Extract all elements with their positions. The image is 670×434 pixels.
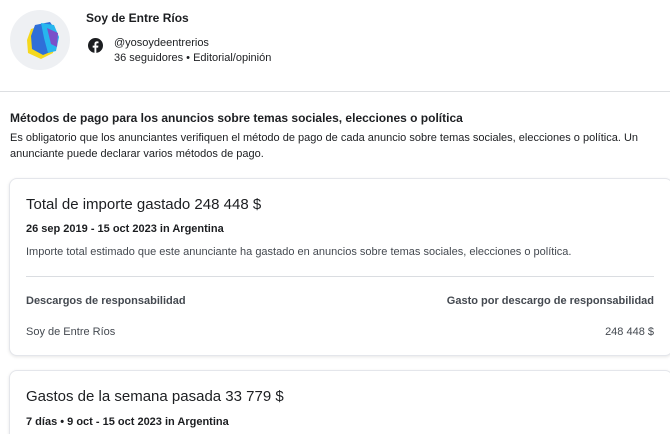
facebook-icon [88, 38, 103, 53]
disclaimer-cell: Soy de Entre Ríos [26, 326, 116, 338]
divider [26, 276, 654, 277]
disclaimer-amount-cell: 248 448 $ [605, 326, 654, 338]
page-name[interactable]: Soy de Entre Ríos [86, 11, 189, 25]
total-spend-title: Total de importe gastado 248 448 $ [26, 196, 262, 213]
weekly-spend-title: Gastos de la semana pasada 33 779 $ [26, 388, 284, 405]
weekly-spend-card: Gastos de la semana pasada 33 779 $ 7 dí… [9, 370, 670, 434]
total-spend-card: Total de importe gastado 248 448 $ 26 se… [9, 178, 670, 356]
weekly-spend-date-range: 7 días • 9 oct - 15 oct 2023 in Argentin… [26, 416, 229, 428]
page-meta: 36 seguidores • Editorial/opinión [114, 52, 272, 64]
page-handle[interactable]: @yosoydeentrerios [114, 37, 209, 49]
spend-per-disclaimer-column-header: Gasto por descargo de responsabilidad [446, 295, 654, 307]
disclaimers-column-header: Descargos de responsabilidad [26, 295, 186, 307]
avatar[interactable] [10, 10, 70, 70]
page-header: Soy de Entre Ríos @yosoydeentrerios 36 s… [0, 0, 670, 92]
total-spend-description: Importe total estimado que este anuncian… [26, 246, 572, 258]
total-spend-date-range: 26 sep 2019 - 15 oct 2023 in Argentina [26, 223, 224, 235]
payment-methods-description: Es obligatorio que los anunciantes verif… [10, 132, 639, 160]
payment-methods-title: Métodos de pago para los anuncios sobre … [10, 111, 463, 125]
entre-rios-logo-icon [27, 22, 59, 59]
